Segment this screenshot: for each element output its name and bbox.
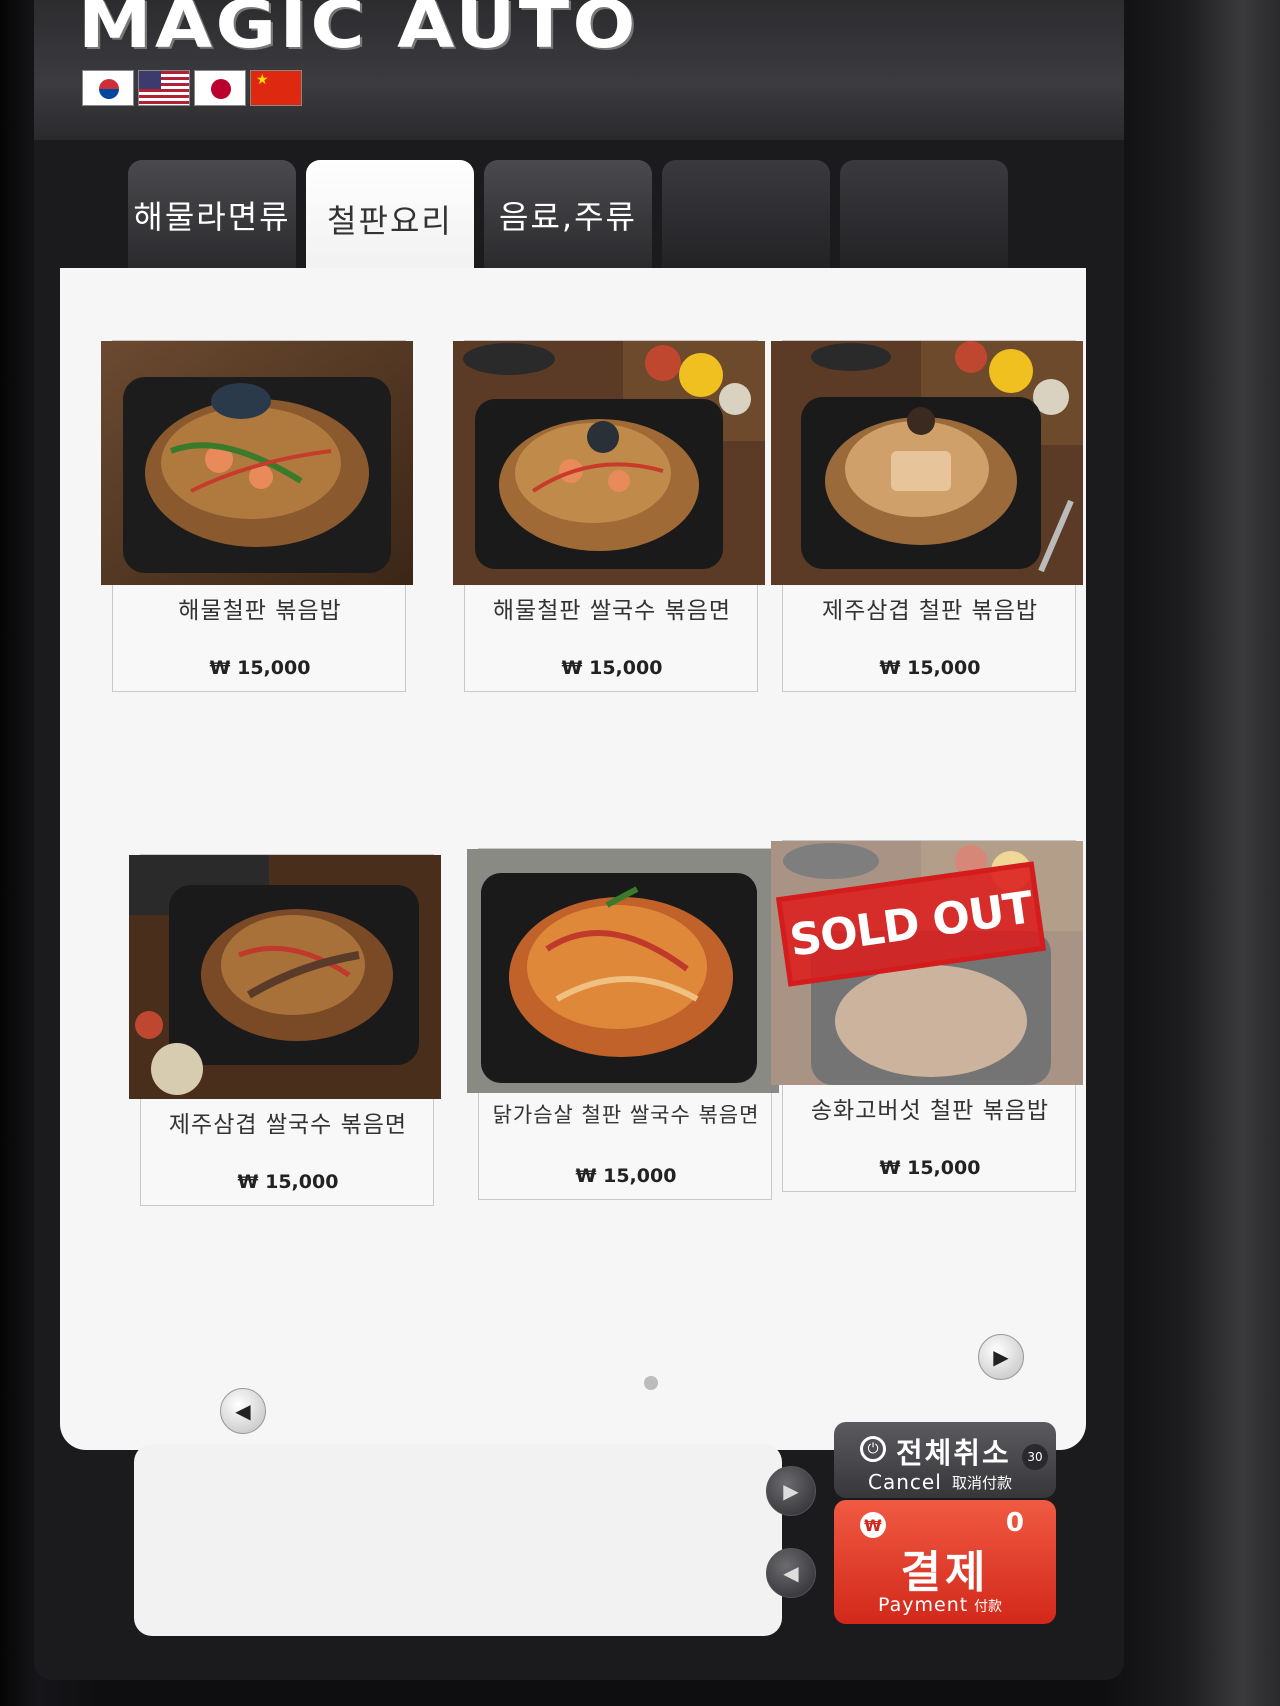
item-price: ₩ 15,000 (879, 1157, 981, 1179)
cn-flag-icon[interactable]: ★ (250, 70, 302, 106)
power-icon: ⏻ (860, 1436, 886, 1462)
brand-logo: MAGIC AUTO (78, 0, 639, 63)
cancel-all-button[interactable]: ⏻ 전체취소 Cancel 取消付款 30 (834, 1422, 1056, 1498)
kiosk-screen: MAGIC AUTO ★ 해물라면류 철판요리 음료,주류 해물철판 볶음밥 ₩… (34, 0, 1124, 1680)
item-name: 해물철판 볶음밥 (178, 598, 342, 624)
food-photo (101, 341, 413, 585)
cancel-label: 전체취소 (896, 1436, 1011, 1470)
tab-empty-1[interactable] (662, 160, 830, 270)
kr-flag-icon[interactable] (82, 70, 134, 106)
payment-button[interactable]: ₩ 0 결제 Payment 付款 (834, 1500, 1056, 1624)
payment-label-en: Payment (878, 1594, 969, 1616)
food-photo (771, 341, 1083, 585)
item-name: 닭가슴살 철판 쌀국수 볶음면 (492, 1103, 760, 1127)
language-selector: ★ (82, 70, 302, 106)
category-tabs: 해물라면류 철판요리 음료,주류 (128, 160, 1008, 278)
item-price: ₩ 15,000 (237, 1171, 339, 1193)
timeout-counter: 30 (1022, 1444, 1048, 1470)
header: MAGIC AUTO ★ (34, 0, 1124, 140)
menu-item[interactable]: 제주삼겹 쌀국수 볶음면 ₩ 15,000 (129, 854, 441, 1206)
item-name: 해물철판 쌀국수 볶음면 (492, 598, 732, 624)
menu-panel: 해물철판 볶음밥 ₩ 15,000 해물철판 쌀국수 볶음면 ₩ 15,000 … (60, 268, 1086, 1450)
page-indicator (644, 1376, 658, 1390)
food-photo (129, 855, 441, 1099)
menu-item[interactable]: 해물철판 볶음밥 ₩ 15,000 (101, 340, 413, 692)
item-count: 0 (1005, 1508, 1024, 1538)
kiosk-frame (1185, 0, 1280, 1706)
menu-item[interactable]: 해물철판 쌀국수 볶음면 ₩ 15,000 (453, 340, 765, 692)
us-flag-icon[interactable] (138, 70, 190, 106)
item-name: 송화고버섯 철판 볶음밥 (810, 1098, 1050, 1124)
item-price: ₩ 15,000 (575, 1165, 677, 1187)
food-photo: SOLD OUT (771, 841, 1083, 1085)
next-page-icon[interactable]: ▶ (978, 1334, 1024, 1380)
payment-label: 결제 (900, 1547, 990, 1598)
tab-empty-2[interactable] (840, 160, 1008, 270)
item-name: 제주삼겹 쌀국수 볶음면 (168, 1112, 408, 1138)
cancel-label-cn: 取消付款 (952, 1474, 1013, 1492)
food-photo (453, 341, 765, 585)
tab-iron-plate[interactable]: 철판요리 (306, 160, 474, 278)
cart-area (134, 1444, 782, 1636)
won-icon: ₩ (860, 1512, 886, 1538)
item-price: ₩ 15,000 (209, 657, 311, 679)
food-photo (467, 849, 779, 1093)
menu-item[interactable]: 제주삼겹 철판 볶음밥 ₩ 15,000 (771, 340, 1083, 692)
prev-page-icon[interactable]: ◀ (220, 1388, 266, 1434)
payment-label-cn: 付款 (974, 1599, 1002, 1615)
item-price: ₩ 15,000 (879, 657, 981, 679)
tab-drinks[interactable]: 음료,주류 (484, 160, 652, 270)
cancel-label-en: Cancel (868, 1470, 942, 1494)
menu-item[interactable]: 닭가슴살 철판 쌀국수 볶음면 ₩ 15,000 (467, 848, 779, 1200)
cart-next-icon[interactable]: ▶ (766, 1466, 816, 1516)
jp-flag-icon[interactable] (194, 70, 246, 106)
item-name: 제주삼겹 철판 볶음밥 (821, 598, 1039, 624)
menu-item: SOLD OUT 송화고버섯 철판 볶음밥 ₩ 15,000 (771, 840, 1083, 1192)
cart-prev-icon[interactable]: ◀ (766, 1548, 816, 1598)
tab-seafood-ramen[interactable]: 해물라면류 (128, 160, 296, 270)
item-price: ₩ 15,000 (561, 657, 663, 679)
